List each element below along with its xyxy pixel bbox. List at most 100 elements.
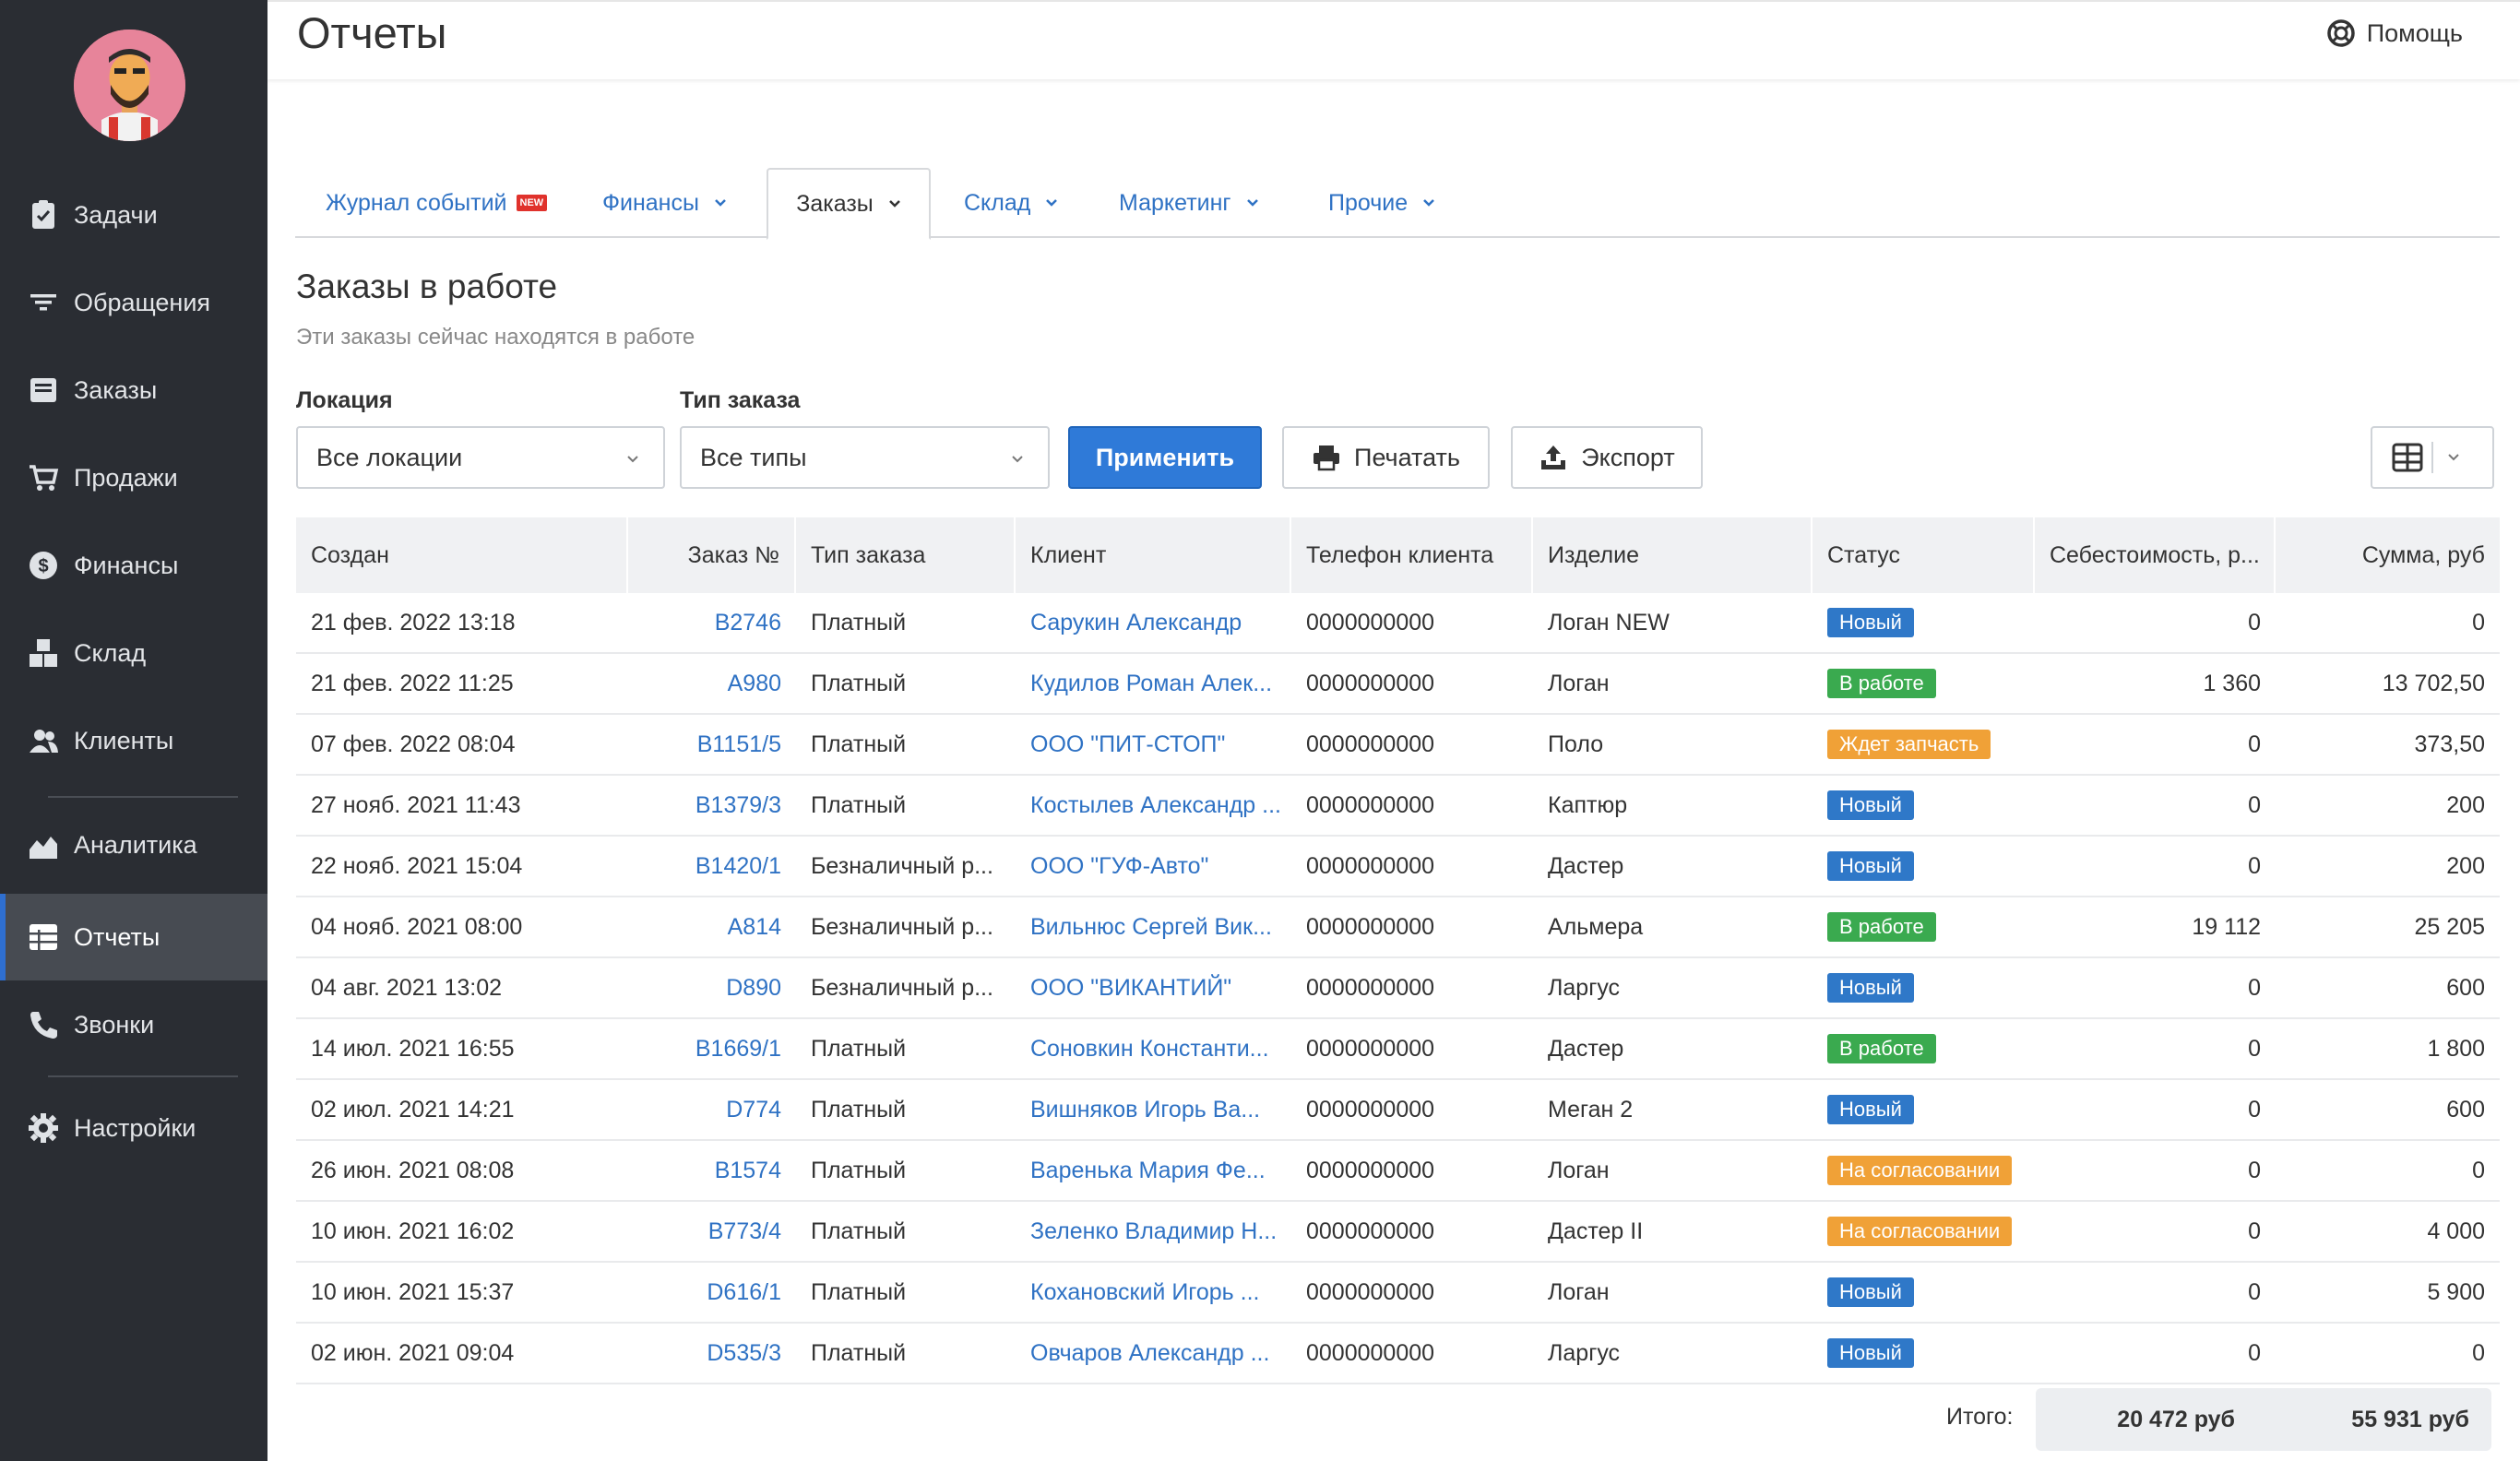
- column-header-status[interactable]: Статус: [1813, 517, 2035, 593]
- table-row[interactable]: 02 июл. 2021 14:21 D774 Платный Вишняков Иг…: [296, 1080, 2500, 1141]
- table-cell-order-number-text[interactable]: B1151/5: [697, 731, 781, 758]
- table-cell-order-number-text[interactable]: A980: [728, 671, 781, 697]
- table-cell-client-text[interactable]: Вишняков Игорь Ва...: [1030, 1097, 1260, 1123]
- column-header-created[interactable]: Создан: [296, 517, 628, 593]
- order-type-select[interactable]: Все типы: [680, 426, 1050, 489]
- table-row[interactable]: 10 июн. 2021 16:02 B773/4 Платный Зеленко В…: [296, 1202, 2500, 1263]
- table-cell-client-text[interactable]: Кохановский Игорь ...: [1030, 1279, 1260, 1306]
- table-cell-client[interactable]: Варенька Мария Фе...: [1016, 1141, 1291, 1200]
- table-cell-client[interactable]: Овчаров Александр ...: [1016, 1324, 1291, 1383]
- table-cell-order-number[interactable]: B1420/1: [628, 837, 796, 896]
- column-header-order-number[interactable]: Заказ №: [628, 517, 796, 593]
- table-cell-order-number-text[interactable]: B1379/3: [695, 792, 781, 819]
- tab-finance[interactable]: Финансы: [602, 168, 727, 238]
- table-cell-order-number-text[interactable]: D535/3: [707, 1340, 781, 1367]
- table-cell-order-number-text[interactable]: B1669/1: [695, 1036, 781, 1063]
- export-button[interactable]: Экспорт: [1511, 426, 1703, 489]
- sidebar-item-requests[interactable]: Обращения: [0, 259, 267, 346]
- table-cell-client[interactable]: Вильнюс Сергей Вик...: [1016, 897, 1291, 956]
- tab-events-log[interactable]: Журнал событий NEW: [326, 168, 548, 238]
- table-cell-order-number[interactable]: B773/4: [628, 1202, 796, 1261]
- table-row[interactable]: 26 июн. 2021 08:08 B1574 Платный Варенька М…: [296, 1141, 2500, 1202]
- table-cell-client[interactable]: Кудилов Роман Алек...: [1016, 654, 1291, 713]
- table-cell-client[interactable]: Вишняков Игорь Ва...: [1016, 1080, 1291, 1139]
- table-cell-order-number-text[interactable]: B1420/1: [695, 853, 781, 880]
- table-cell-client-text[interactable]: Кудилов Роман Алек...: [1030, 671, 1272, 697]
- table-cell-client-text[interactable]: Вильнюс Сергей Вик...: [1030, 914, 1272, 941]
- avatar[interactable]: [74, 30, 185, 141]
- sidebar-item-calls[interactable]: Звонки: [0, 981, 267, 1068]
- tab-orders[interactable]: Заказы: [767, 168, 931, 240]
- table-cell-client[interactable]: Кохановский Игорь ...: [1016, 1263, 1291, 1322]
- apply-button[interactable]: Применить: [1068, 426, 1262, 489]
- column-header-client-phone[interactable]: Телефон клиента: [1291, 517, 1533, 593]
- table-cell-order-number[interactable]: B1379/3: [628, 776, 796, 835]
- table-row[interactable]: 10 июн. 2021 15:37 D616/1 Платный Кохановск…: [296, 1263, 2500, 1324]
- table-cell-order-number[interactable]: D535/3: [628, 1324, 796, 1383]
- table-cell-order-number-text[interactable]: B2746: [715, 610, 781, 636]
- table-cell-client[interactable]: Сарукин Александр: [1016, 593, 1291, 652]
- table-cell-order-number[interactable]: B1151/5: [628, 715, 796, 774]
- table-cell-client[interactable]: ООО "ГУФ-Авто": [1016, 837, 1291, 896]
- sidebar-item-sales[interactable]: Продажи: [0, 434, 267, 521]
- tab-warehouse[interactable]: Склад: [964, 168, 1058, 238]
- table-cell-client-text[interactable]: Сарукин Александр: [1030, 610, 1242, 636]
- table-cell-client-text[interactable]: Овчаров Александр ...: [1030, 1340, 1269, 1367]
- table-cell-order-number[interactable]: D890: [628, 958, 796, 1017]
- column-header-client[interactable]: Клиент: [1016, 517, 1291, 593]
- table-cell-order-number-text[interactable]: B1574: [715, 1158, 781, 1184]
- print-button[interactable]: Печатать: [1282, 426, 1490, 489]
- location-select[interactable]: Все локации: [296, 426, 665, 489]
- table-cell-client-text[interactable]: ООО "ВИКАНТИЙ": [1030, 975, 1231, 1002]
- table-row[interactable]: 14 июл. 2021 16:55 B1669/1 Платный Соновкин…: [296, 1019, 2500, 1080]
- table-cell-order-number[interactable]: D616/1: [628, 1263, 796, 1322]
- table-cell-client[interactable]: ООО "ВИКАНТИЙ": [1016, 958, 1291, 1017]
- sidebar-item-clients[interactable]: Клиенты: [0, 697, 267, 784]
- table-row[interactable]: 27 нояб. 2021 11:43 B1379/3 Платный Костыле…: [296, 776, 2500, 837]
- column-header-product[interactable]: Изделие: [1533, 517, 1813, 593]
- table-row[interactable]: 04 авг. 2021 13:02 D890 Безналичный р... ОО…: [296, 958, 2500, 1019]
- sidebar-item-orders[interactable]: Заказы: [0, 347, 267, 434]
- sidebar-item-analytics[interactable]: Аналитика: [0, 802, 267, 888]
- column-header-order-type[interactable]: Тип заказа: [796, 517, 1016, 593]
- tab-marketing[interactable]: Маркетинг: [1119, 168, 1259, 238]
- table-cell-client-text[interactable]: Соновкин Константи...: [1030, 1036, 1269, 1063]
- table-cell-client[interactable]: Соновкин Константи...: [1016, 1019, 1291, 1078]
- table-cell-client-text[interactable]: Костылев Александр ...: [1030, 792, 1281, 819]
- table-cell-order-number-text[interactable]: D890: [726, 975, 781, 1002]
- table-cell-order-number[interactable]: B1669/1: [628, 1019, 796, 1078]
- table-cell-order-number[interactable]: A980: [628, 654, 796, 713]
- table-cell-order-number[interactable]: A814: [628, 897, 796, 956]
- table-cell-order-number-text[interactable]: B773/4: [708, 1218, 781, 1245]
- table-cell-order-number-text[interactable]: D774: [726, 1097, 781, 1123]
- table-row[interactable]: 02 июн. 2021 09:04 D535/3 Платный Овчаров А…: [296, 1324, 2500, 1384]
- table-cell-client[interactable]: ООО "ПИТ-СТОП": [1016, 715, 1291, 774]
- table-cell-client-text[interactable]: Варенька Мария Фе...: [1030, 1158, 1266, 1184]
- table-cell-order-number-text[interactable]: D616/1: [707, 1279, 781, 1306]
- table-row[interactable]: 07 фев. 2022 08:04 B1151/5 Платный ООО "ПИТ…: [296, 715, 2500, 776]
- sidebar-item-reports[interactable]: Отчеты: [0, 894, 267, 980]
- table-cell-client[interactable]: Зеленко Владимир Н...: [1016, 1202, 1291, 1261]
- table-cell-client-text[interactable]: ООО "ПИТ-СТОП": [1030, 731, 1225, 758]
- sidebar-item-warehouse[interactable]: Склад: [0, 610, 267, 696]
- table-cell-order-number[interactable]: B2746: [628, 593, 796, 652]
- table-cell-client-text[interactable]: ООО "ГУФ-Авто": [1030, 853, 1208, 880]
- table-row[interactable]: 21 фев. 2022 11:25 A980 Платный Кудилов Ром…: [296, 654, 2500, 715]
- column-header-sum[interactable]: Сумма, руб: [2276, 517, 2500, 593]
- table-cell-order-number-text[interactable]: A814: [728, 914, 781, 941]
- table-row[interactable]: 04 нояб. 2021 08:00 A814 Безналичный р... В…: [296, 897, 2500, 958]
- table-cell-order-number[interactable]: B1574: [628, 1141, 796, 1200]
- tab-other[interactable]: Прочие: [1328, 168, 1435, 238]
- table-cell-order-number[interactable]: D774: [628, 1080, 796, 1139]
- column-header-cost[interactable]: Себестоимость, р...: [2035, 517, 2276, 593]
- table-cell-created: 27 нояб. 2021 11:43: [296, 776, 628, 835]
- table-cell-client-text[interactable]: Зеленко Владимир Н...: [1030, 1218, 1277, 1245]
- table-row[interactable]: 22 нояб. 2021 15:04 B1420/1 Безналичный р.…: [296, 837, 2500, 897]
- sidebar-item-settings[interactable]: Настройки: [0, 1085, 267, 1171]
- sidebar-item-finance[interactable]: $ Финансы: [0, 522, 267, 609]
- table-row[interactable]: 21 фев. 2022 13:18 B2746 Платный Сарукин Ал…: [296, 593, 2500, 654]
- sidebar-item-tasks[interactable]: Задачи: [0, 172, 267, 258]
- column-settings-button[interactable]: [2371, 426, 2494, 489]
- table-cell-client[interactable]: Костылев Александр ...: [1016, 776, 1291, 835]
- help-link[interactable]: Помощь: [2326, 18, 2463, 48]
